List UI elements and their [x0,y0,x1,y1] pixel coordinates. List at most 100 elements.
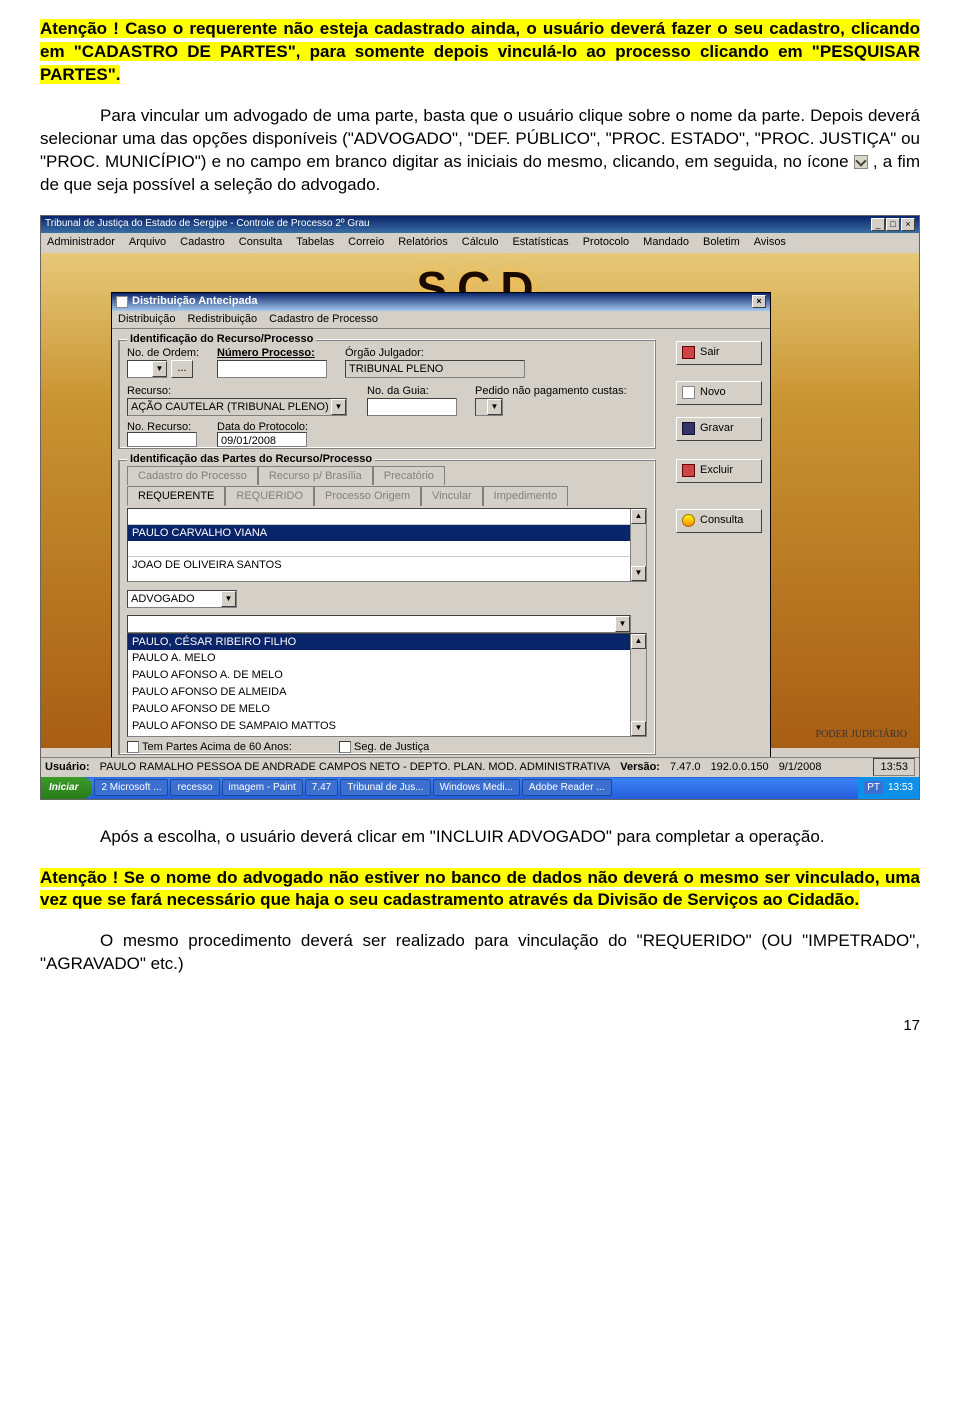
name-row[interactable]: PAULO AFONSO DE MELO [128,701,646,718]
tray-lang[interactable]: PT [864,781,883,795]
button-ordem-browse[interactable]: ... [171,360,193,378]
field-numero-processo[interactable] [217,360,327,378]
party-row-selected[interactable]: PAULO CARVALHO VIANA [128,525,646,542]
menu-item[interactable]: Administrador [47,235,115,250]
button-novo[interactable]: Novo [676,381,762,405]
menu-item[interactable]: Cálculo [462,235,499,250]
checkbox-60-anos[interactable]: Tem Partes Acima de 60 Anos: [127,740,292,755]
label-numero-processo: Número Processo: [217,346,315,361]
group-partes-label: Identificação das Partes do Recurso/Proc… [127,452,375,467]
parties-listbox[interactable]: PAULO CARVALHO VIANA JOAO DE OLIVEIRA SA… [127,508,647,582]
delete-icon [682,464,695,477]
menu-item[interactable]: Boletim [703,235,740,250]
app-title: Tribunal de Justiça do Estado de Sergipe… [45,217,370,231]
advogado-search-dropdown[interactable]: ▼ [615,616,630,632]
maximize-button[interactable]: □ [886,218,900,231]
scrollbar[interactable]: ▲ ▼ [630,509,646,581]
name-row[interactable]: PAULO AFONSO DE SAMPAIO MATTOS [128,718,646,735]
tab-vincular[interactable]: Vincular [421,486,483,507]
dropdown-ordem[interactable]: ▼ [152,361,167,377]
status-versao-label: Versão: [620,760,660,775]
warning-1-prefix: Atenção ! [40,19,125,38]
role-dropdown-arrow[interactable]: ▼ [221,591,236,607]
dialog-menu-item[interactable]: Redistribuição [187,312,257,327]
menu-item[interactable]: Estatísticas [512,235,568,250]
menu-item[interactable]: Arquivo [129,235,166,250]
party-row[interactable]: JOAO DE OLIVEIRA SANTOS [128,557,646,574]
button-excluir[interactable]: Excluir [676,459,762,483]
advogado-search-field[interactable] [127,615,631,633]
list-row-empty [128,541,646,557]
scroll-down-button[interactable]: ▼ [631,721,646,736]
taskbar-item[interactable]: Adobe Reader ... [522,779,612,797]
tab-processo-origem[interactable]: Processo Origem [314,486,421,507]
start-button[interactable]: Iniciar [41,777,92,799]
checkbox-seg-justica[interactable]: Seg. de Justiça [339,740,429,755]
menu-item[interactable]: Avisos [754,235,786,250]
menu-item[interactable]: Tabelas [296,235,334,250]
menu-item[interactable]: Mandado [643,235,689,250]
taskbar-item[interactable]: 2 Microsoft ... [94,779,168,797]
dialog-icon [116,296,128,308]
tabstrip-lower: REQUERENTE REQUERIDO Processo Origem Vin… [127,486,568,507]
field-data-protocolo[interactable]: 09/01/2008 [217,432,307,447]
save-icon [682,422,695,435]
scroll-up-button[interactable]: ▲ [631,634,646,649]
name-row[interactable]: PAULO AFONSO DE ALMEIDA [128,684,646,701]
minimize-button[interactable]: _ [871,218,885,231]
warning-1: Atenção ! Caso o requerente não esteja c… [40,18,920,87]
dialog-menu-item[interactable]: Cadastro de Processo [269,312,378,327]
scroll-down-button[interactable]: ▼ [631,566,646,581]
group-label: Identificação do Recurso/Processo [127,332,316,347]
dropdown-pedido[interactable]: ▼ [487,399,502,415]
checkbox-icon[interactable] [127,741,139,753]
menu-item[interactable]: Cadastro [180,235,225,250]
button-consulta[interactable]: Consulta [676,509,762,533]
tab-cadastro-processo[interactable]: Cadastro do Processo [127,466,258,486]
label-recurso: Recurso: [127,384,171,399]
exit-icon [682,346,695,359]
close-button[interactable]: × [901,218,915,231]
search-icon [682,514,695,527]
taskbar-item[interactable]: recesso [170,779,219,797]
menu-item[interactable]: Consulta [239,235,282,250]
menu-item[interactable]: Correio [348,235,384,250]
tabstrip-upper: Cadastro do Processo Recurso p/ Brasília… [127,466,445,486]
field-guia[interactable] [367,398,457,416]
menu-item[interactable]: Protocolo [583,235,629,250]
taskbar-item[interactable]: 7.47 [305,779,338,797]
group-identificacao: Identificação do Recurso/Processo No. de… [118,339,656,449]
menu-item[interactable]: Relatórios [398,235,448,250]
tab-requerido[interactable]: REQUERIDO [225,486,314,507]
dropdown-recurso[interactable]: ▼ [331,399,346,415]
app-background: SCD PODER JUDICIÁRIO Distribuição Anteci… [41,253,919,748]
button-sair[interactable]: Sair [676,341,762,365]
tab-recurso-brasilia[interactable]: Recurso p/ Brasília [258,466,373,486]
scroll-up-button[interactable]: ▲ [631,509,646,524]
tab-precatorio[interactable]: Precatório [373,466,445,486]
label-guia: No. da Guia: [367,384,429,399]
name-row-selected[interactable]: PAULO, CÉSAR RIBEIRO FILHO [128,634,646,651]
dialog-menu-item[interactable]: Distribuição [118,312,175,327]
taskbar-item[interactable]: Tribunal de Jus... [340,779,430,797]
list-row-empty [128,509,646,525]
judiciario-label: PODER JUDICIÁRIO [816,728,907,742]
warning-1-body: Caso o requerente não esteja cadastrado … [40,19,920,84]
name-row[interactable]: PAULO A. MELO [128,650,646,667]
names-scrollbar[interactable]: ▲ ▼ [630,634,646,736]
taskbar-item[interactable]: imagem - Paint [222,779,303,797]
field-no-recurso[interactable] [127,432,197,447]
status-hora: 13:53 [873,758,915,777]
taskbar-item[interactable]: Windows Medi... [433,779,520,797]
tab-requerente[interactable]: REQUERENTE [127,486,225,507]
dialog-close-button[interactable]: × [752,295,766,308]
warning-2: Atenção ! Se o nome do advogado não esti… [40,867,920,913]
names-listbox[interactable]: PAULO, CÉSAR RIBEIRO FILHO PAULO A. MELO… [127,633,647,737]
name-row[interactable]: PAULO ALBERTO CARNEIRO DA COSTA [128,735,646,737]
paragraph-2: Para vincular um advogado de uma parte, … [40,105,920,197]
checkbox-icon[interactable] [339,741,351,753]
button-gravar[interactable]: Gravar [676,417,762,441]
field-orgao: TRIBUNAL PLENO [345,360,525,378]
tab-impedimento[interactable]: Impedimento [483,486,569,507]
name-row[interactable]: PAULO AFONSO A. DE MELO [128,667,646,684]
